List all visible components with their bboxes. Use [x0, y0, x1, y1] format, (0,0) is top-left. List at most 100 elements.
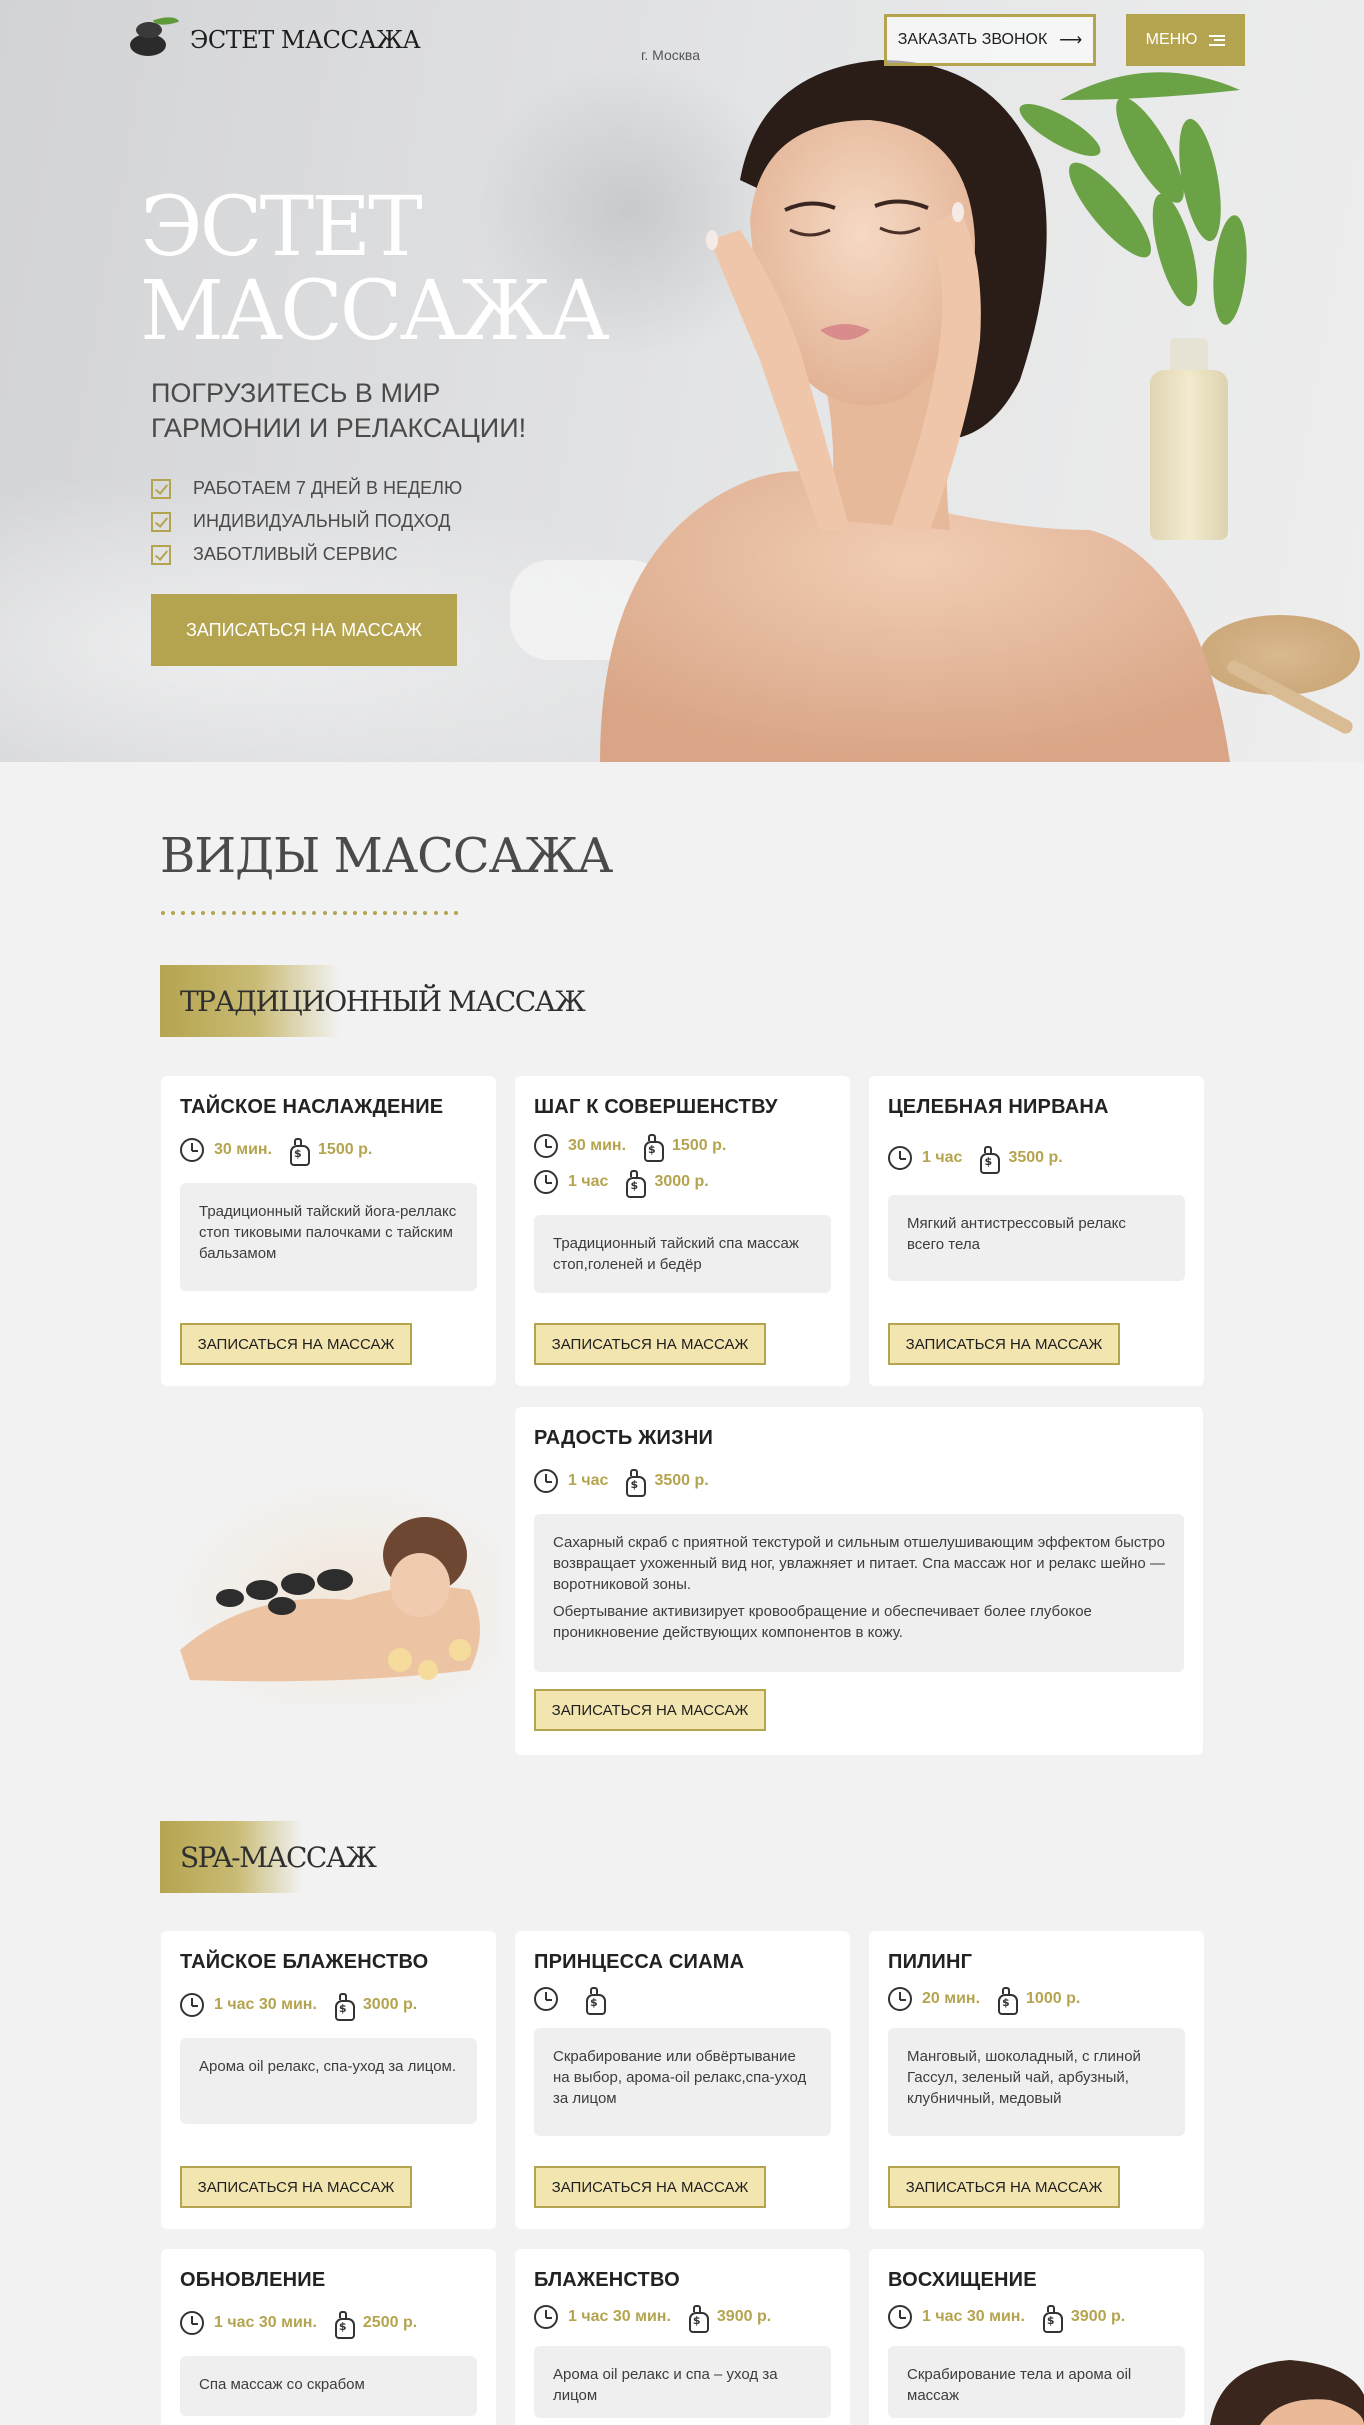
card-duration: 30 мин.	[568, 1137, 627, 1154]
card-title: ВОСХИЩЕНИЕ	[888, 2269, 1037, 2291]
card-meta: 30 мин. 1500 р.	[534, 1133, 831, 1162]
clock-icon	[534, 1170, 558, 1194]
massage-card: ПРИНЦЕССА СИАМА Скрабирование или обвёрт…	[515, 1931, 850, 2229]
card-duration: 1 час 30 мин.	[214, 1996, 317, 2013]
clock-icon	[534, 2305, 558, 2329]
book-massage-button[interactable]: ЗАПИСАТЬСЯ НА МАССАЖ	[180, 2166, 412, 2208]
feature-list: РАБОТАЕМ 7 ДНЕЙ В НЕДЕЛЮ ИНДИВИДУАЛЬНЫЙ …	[151, 472, 462, 571]
card-duration: 1 час	[568, 1472, 609, 1489]
massage-card: ЦЕЛЕБНАЯ НИРВАНА 1 час 3500 р. Мягкий ан…	[869, 1076, 1204, 1386]
check-icon	[151, 511, 171, 532]
hero-subtitle: ПОГРУЗИТЕСЬ В МИР ГАРМОНИИ И РЕЛАКСАЦИИ!	[151, 376, 571, 446]
money-bag-icon	[687, 2304, 709, 2333]
card-description: Традиционный тайский йога-реллакс стоп т…	[180, 1183, 477, 1291]
card-price: 2500 р.	[362, 2314, 418, 2331]
massage-card: ВОСХИЩЕНИЕ 1 час 30 мин. 3900 р. Скрабир…	[869, 2249, 1204, 2425]
check-icon	[151, 478, 171, 499]
card-description: Скрабирование или обвёртывание на выбор,…	[534, 2028, 831, 2136]
card-title: БЛАЖЕНСТВО	[534, 2269, 680, 2291]
clock-icon	[180, 1993, 204, 2017]
clock-icon	[888, 1987, 912, 2011]
massage-card: РАДОСТЬ ЖИЗНИ 1 час 3500 р. Сахарный скр…	[515, 1407, 1203, 1755]
massage-card: БЛАЖЕНСТВО 1 час 30 мин. 3900 р. Арома o…	[515, 2249, 850, 2425]
card-meta: 20 мин. 1000 р.	[888, 1986, 1185, 2015]
hero-title: ЭСТЕТ МАССАЖА	[140, 186, 660, 354]
card-meta: 30 мин. 1500 р.	[180, 1137, 477, 1166]
clock-icon	[180, 2311, 204, 2335]
card-title: ЦЕЛЕБНАЯ НИРВАНА	[888, 1096, 1109, 1118]
card-meta: 1 час 3500 р.	[888, 1145, 1185, 1174]
card-duration: 20 мин.	[922, 1990, 981, 2007]
hero-title-line2: МАССАЖА	[140, 264, 610, 359]
feature-item: ЗАБОТЛИВЫЙ СЕРВИС	[151, 538, 462, 571]
book-massage-button[interactable]: ЗАПИСАТЬСЯ НА МАССАЖ	[888, 2166, 1120, 2208]
card-description: Арома oil релакс, спа-уход за лицом.	[180, 2038, 477, 2124]
city-label: г. Москва	[641, 47, 700, 63]
card-duration: 1 час	[568, 1173, 609, 1190]
clock-icon	[534, 1134, 558, 1158]
call-request-button[interactable]: ЗАКАЗАТЬ ЗВОНОК ⟶	[884, 14, 1096, 66]
card-meta: 1 час 3500 р.	[534, 1468, 1184, 1497]
book-massage-button[interactable]: ЗАПИСАТЬСЯ НА МАССАЖ	[888, 1323, 1120, 1365]
clock-icon	[180, 1138, 204, 1162]
card-meta	[534, 1986, 831, 2015]
hero-banner: ЭСТЕТ МАССАЖА г. Москва ЗАКАЗАТЬ ЗВОНОК …	[0, 0, 1364, 762]
category-traditional: ТРАДИЦИОННЫЙ МАССАЖ	[160, 965, 586, 1037]
massage-card: ПИЛИНГ 20 мин. 1000 р. Манговый, шоколад…	[869, 1931, 1204, 2229]
stones-logo-icon	[128, 12, 180, 64]
logo[interactable]: ЭСТЕТ МАССАЖА	[128, 12, 421, 64]
card-price: 3000 р.	[654, 1173, 709, 1190]
book-massage-button[interactable]: ЗАПИСАТЬСЯ НА МАССАЖ	[534, 1323, 766, 1365]
feature-text: ЗАБОТЛИВЫЙ СЕРВИС	[193, 544, 398, 564]
massage-card: ОБНОВЛЕНИЕ 1 час 30 мин. 2500 р. Спа мас…	[161, 2249, 496, 2425]
card-description: Манговый, шоколадный, с глиной Гассул, з…	[888, 2028, 1185, 2136]
card-description-p2: Обертывание активизирует кровообращение …	[553, 1603, 1092, 1641]
card-price: 3900 р.	[716, 2308, 772, 2325]
money-bag-icon	[624, 1468, 647, 1497]
card-title: ОБНОВЛЕНИЕ	[180, 2269, 326, 2291]
massage-card: ТАЙСКОЕ БЛАЖЕНСТВО 1 час 30 мин. 3000 р.…	[161, 1931, 496, 2229]
card-price: 3500 р.	[654, 1472, 709, 1489]
card-meta: 1 час 3000 р.	[534, 1169, 831, 1198]
card-duration: 1 час 30 мин.	[214, 2314, 317, 2331]
client-hair-photo	[1210, 2360, 1364, 2425]
money-bag-icon	[642, 1133, 665, 1162]
hero-model-image	[600, 60, 1247, 762]
money-bag-icon	[584, 1986, 606, 2015]
category-spa: SPA-МАССАЖ	[160, 1821, 377, 1893]
clock-icon	[888, 1146, 912, 1170]
card-description: Арома oil релакс и спа – уход за лицом	[534, 2346, 831, 2418]
menu-label: МЕНЮ	[1145, 31, 1198, 48]
book-massage-button[interactable]: ЗАПИСАТЬСЯ НА МАССАЖ	[534, 1689, 766, 1731]
feature-text: ИНДИВИДУАЛЬНЫЙ ПОДХОД	[193, 511, 451, 531]
arrow-right-icon: ⟶	[1059, 32, 1083, 49]
card-description: Спа массаж со скрабом	[180, 2356, 477, 2416]
feature-item: ИНДИВИДУАЛЬНЫЙ ПОДХОД	[151, 505, 462, 538]
card-duration: 30 мин.	[214, 1141, 273, 1158]
menu-button[interactable]: МЕНЮ	[1126, 14, 1245, 66]
money-bag-icon	[1041, 2304, 1063, 2333]
card-title: ПРИНЦЕССА СИАМА	[534, 1951, 745, 1973]
book-massage-button[interactable]: ЗАПИСАТЬСЯ НА МАССАЖ	[180, 1323, 412, 1365]
card-title: ТАЙСКОЕ БЛАЖЕНСТВО	[180, 1951, 429, 1973]
card-duration: 1 час 30 мин.	[922, 2308, 1025, 2325]
hero-subtitle-line2: ГАРМОНИИ И РЕЛАКСАЦИИ!	[151, 413, 527, 443]
section-title: ВИДЫ МАССАЖА	[160, 828, 613, 884]
card-title: ПИЛИНГ	[888, 1951, 973, 1973]
clock-icon	[534, 1469, 558, 1493]
dotted-divider	[161, 911, 458, 915]
card-description: Скрабирование тела и арома oil массаж	[888, 2346, 1185, 2418]
card-description: Сахарный скраб с приятной текстурой и си…	[534, 1514, 1184, 1672]
hero-book-button[interactable]: ЗАПИСАТЬСЯ НА МАССАЖ	[151, 594, 457, 666]
clock-icon	[888, 2305, 912, 2329]
card-price: 1500 р.	[318, 1141, 373, 1158]
money-bag-icon	[333, 2310, 355, 2339]
card-price: 3000 р.	[362, 1996, 418, 2013]
book-massage-button[interactable]: ЗАПИСАТЬСЯ НА МАССАЖ	[534, 2166, 766, 2208]
card-price: 1500 р.	[672, 1137, 727, 1154]
menu-icon	[1209, 34, 1226, 46]
money-bag-icon	[333, 1992, 355, 2021]
card-title: РАДОСТЬ ЖИЗНИ	[534, 1427, 714, 1449]
card-title: ТАЙСКОЕ НАСЛАЖДЕНИЕ	[180, 1096, 444, 1118]
card-price: 3500 р.	[1008, 1149, 1063, 1166]
